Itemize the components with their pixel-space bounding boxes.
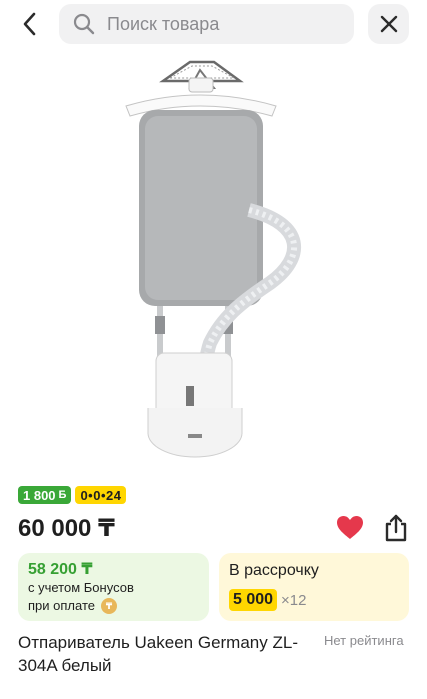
product-price: 60 000 ₸ [18,515,115,542]
product-image[interactable] [0,48,427,480]
installment-badge: 0•0•24 [75,486,127,504]
installment-amount: 5 000 [229,589,278,611]
bonus-note-line2: при оплате [28,598,95,613]
installment-times: ×12 [281,591,307,609]
badges-row: 1 800 Б 0•0•24 [18,486,127,504]
back-button[interactable] [14,8,46,40]
heart-icon [337,516,363,539]
installment-card[interactable]: В рассрочку 5 000 ×12 [219,553,409,621]
bonus-badge-value: 1 800 [23,487,56,503]
bonus-note-row: при оплате ₸ [28,597,199,615]
favorite-button[interactable] [334,512,366,544]
close-button[interactable] [368,4,409,44]
chevron-left-icon [23,12,36,36]
installment-row: 5 000 ×12 [229,589,399,611]
rating-status[interactable]: Нет рейтинга [324,633,404,648]
share-button[interactable] [380,512,412,544]
share-icon [385,514,407,542]
bonus-badge: 1 800 Б [18,486,72,504]
product-name: Отпариватель Uakeen Germany ZL-304A белы… [18,633,298,675]
bonus-price-card[interactable]: 58 200 ₸ с учетом Бонусов при оплате ₸ [18,553,209,621]
close-icon [380,15,397,33]
search-icon [73,13,95,35]
bonus-sign: Б [58,489,67,501]
bonus-coin-icon: ₸ [100,598,117,614]
installment-title: В рассрочку [229,562,319,579]
top-bar [0,0,427,48]
search-bar[interactable] [59,4,354,44]
search-input[interactable] [107,13,327,35]
bonus-note-line1: с учетом Бонусов [28,580,134,595]
bonus-price: 58 200 ₸ [28,561,93,578]
